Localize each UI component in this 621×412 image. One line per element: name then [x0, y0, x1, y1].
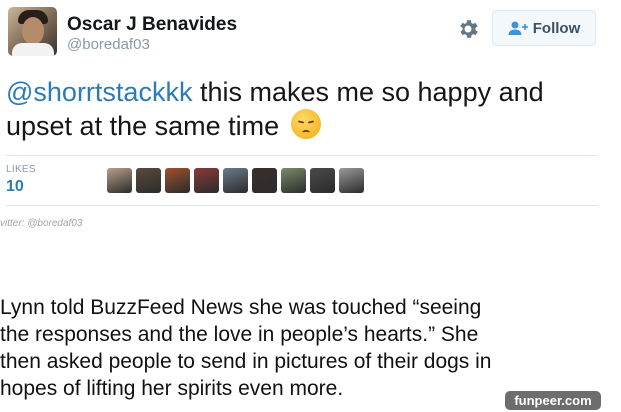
likes-label: LIKES [6, 164, 36, 175]
liker-avatar[interactable] [281, 168, 306, 193]
user-avatar[interactable] [8, 7, 57, 56]
liker-avatar[interactable] [165, 168, 190, 193]
tweet-text-line2: upset at the same time [6, 111, 280, 141]
liker-avatar[interactable] [223, 168, 248, 193]
article-line: the responses and the love in people’s h… [0, 323, 479, 346]
article-line: Lynn told BuzzFeed News she was touched … [0, 296, 482, 319]
liker-avatar[interactable] [107, 168, 132, 193]
avatar-body [12, 43, 54, 56]
source-credit: vitter: @boredaf03 [0, 218, 83, 229]
likes-count[interactable]: 10 [6, 178, 24, 196]
gear-icon[interactable] [456, 17, 480, 41]
user-display-name[interactable]: Oscar J Benavides [67, 14, 237, 36]
tweet-text-line1: this makes me so happy and [192, 77, 544, 107]
divider [6, 155, 598, 156]
follow-button[interactable]: Follow [492, 10, 596, 46]
liker-avatar[interactable] [194, 168, 219, 193]
follow-label: Follow [532, 19, 581, 37]
tweet-text: @shorrtstackkk this makes me so happy an… [6, 76, 606, 143]
mention-link[interactable]: @shorrtstackkk [6, 77, 192, 107]
liker-avatar[interactable] [136, 168, 161, 193]
article-line: then asked people to send in pictures of… [0, 350, 492, 373]
watermark: funpeer.com [505, 391, 601, 410]
liker-avatars [107, 168, 364, 193]
pensive-face-icon [290, 109, 321, 139]
avatar-face [22, 17, 44, 45]
user-handle[interactable]: @boredaf03 [67, 36, 150, 53]
liker-avatar[interactable] [252, 168, 277, 193]
article-paragraph: Lynn told BuzzFeed News she was touched … [0, 294, 621, 402]
divider [6, 205, 598, 206]
liker-avatar[interactable] [310, 168, 335, 193]
liker-avatar[interactable] [339, 168, 364, 193]
add-user-icon [508, 21, 528, 35]
